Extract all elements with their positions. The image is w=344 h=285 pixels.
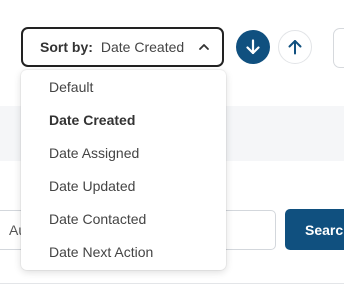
- sort-option-date-contacted[interactable]: Date Contacted: [21, 203, 226, 236]
- search-button[interactable]: Search: [285, 209, 344, 250]
- sort-descending-button[interactable]: [236, 30, 270, 64]
- sort-option-default[interactable]: Default: [21, 71, 226, 104]
- filter-button[interactable]: [333, 28, 344, 68]
- arrow-down-icon: [246, 39, 260, 55]
- sort-select[interactable]: Sort by: Date Created: [21, 27, 224, 67]
- arrow-up-icon: [288, 40, 302, 55]
- sort-ascending-button[interactable]: [278, 30, 312, 64]
- chevron-up-icon: [198, 41, 210, 53]
- sort-dropdown-menu: Default Date Created Date Assigned Date …: [21, 70, 226, 270]
- sort-label: Sort by:: [40, 39, 93, 55]
- sort-option-date-updated[interactable]: Date Updated: [21, 170, 226, 203]
- sort-selected-value: Date Created: [100, 39, 185, 55]
- sort-option-date-created[interactable]: Date Created: [21, 104, 226, 137]
- sort-option-date-assigned[interactable]: Date Assigned: [21, 137, 226, 170]
- sort-option-date-next-action[interactable]: Date Next Action: [21, 236, 226, 269]
- divider: [0, 283, 344, 284]
- page: Sort by: Date Created Search Default Dat…: [0, 0, 344, 285]
